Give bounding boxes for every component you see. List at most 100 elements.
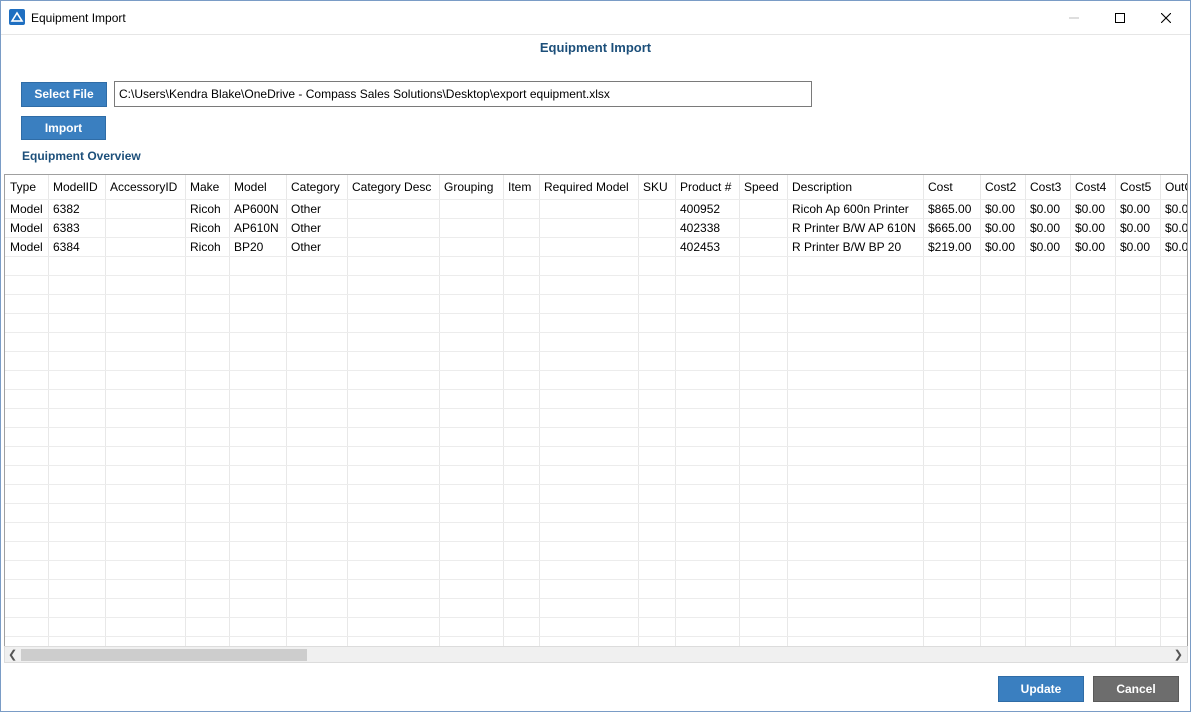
table-cell[interactable]: 402338 — [680, 221, 720, 235]
grid-column-divider — [638, 175, 639, 646]
column-header[interactable]: Cost2 — [985, 180, 1016, 194]
table-cell[interactable]: $219.00 — [928, 240, 971, 254]
column-header[interactable]: Item — [508, 180, 531, 194]
grid-row-line — [5, 389, 1187, 390]
title-bar: Equipment Import — [1, 1, 1190, 35]
grid-column-divider — [1070, 175, 1071, 646]
maximize-button[interactable] — [1097, 1, 1143, 34]
table-cell[interactable]: Ricoh Ap 600n Printer — [792, 202, 909, 216]
table-cell[interactable]: $0.00 — [1075, 221, 1105, 235]
table-cell[interactable]: $0.00 — [1030, 202, 1060, 216]
table-cell[interactable]: 400952 — [680, 202, 720, 216]
column-header[interactable]: Grouping — [444, 180, 493, 194]
column-header[interactable]: OutC — [1165, 180, 1187, 194]
column-header[interactable]: Cost4 — [1075, 180, 1106, 194]
grid-row-line — [5, 427, 1187, 428]
grid-column-divider — [439, 175, 440, 646]
table-cell[interactable]: $0.00 — [1120, 240, 1150, 254]
grid-column-divider — [923, 175, 924, 646]
table-cell[interactable]: $665.00 — [928, 221, 971, 235]
table-cell[interactable]: $0.00 — [985, 240, 1015, 254]
grid-column-divider — [1025, 175, 1026, 646]
file-path-field[interactable]: C:\Users\Kendra Blake\OneDrive - Compass… — [114, 81, 812, 107]
column-header[interactable]: Speed — [744, 180, 779, 194]
column-header[interactable]: Type — [10, 180, 36, 194]
column-header[interactable]: Required Model — [544, 180, 629, 194]
equipment-import-window: Equipment Import Equipment Import Select… — [0, 0, 1191, 712]
grid-row-line — [5, 313, 1187, 314]
grid-row-line — [5, 218, 1187, 219]
table-cell[interactable]: Model — [10, 240, 43, 254]
column-header[interactable]: Make — [190, 180, 219, 194]
grid-row-line — [5, 275, 1187, 276]
column-header[interactable]: Cost3 — [1030, 180, 1061, 194]
grid-column-divider — [347, 175, 348, 646]
grid-row-line — [5, 484, 1187, 485]
column-header[interactable]: Cost5 — [1120, 180, 1151, 194]
table-cell[interactable]: R Printer B/W AP 610N — [792, 221, 916, 235]
column-header[interactable]: Model — [234, 180, 267, 194]
table-cell[interactable]: Model — [10, 221, 43, 235]
table-cell[interactable]: $0.00 — [1030, 221, 1060, 235]
column-header[interactable]: Description — [792, 180, 852, 194]
table-cell[interactable]: 6384 — [53, 240, 80, 254]
table-cell[interactable]: $0.00 — [1075, 202, 1105, 216]
table-cell[interactable]: Ricoh — [190, 221, 221, 235]
close-button[interactable] — [1143, 1, 1189, 34]
table-cell[interactable]: Ricoh — [190, 240, 221, 254]
table-cell[interactable]: $0.0 — [1165, 240, 1187, 254]
column-header[interactable]: Category — [291, 180, 340, 194]
grid-row-line — [5, 370, 1187, 371]
grid-column-divider — [739, 175, 740, 646]
grid-row-line — [5, 636, 1187, 637]
table-cell[interactable]: $0.0 — [1165, 202, 1187, 216]
table-cell[interactable]: AP600N — [234, 202, 279, 216]
grid-column-divider — [48, 175, 49, 646]
column-header[interactable]: Category Desc — [352, 180, 431, 194]
table-cell[interactable]: $865.00 — [928, 202, 971, 216]
table-cell[interactable]: 6383 — [53, 221, 80, 235]
table-cell[interactable]: Other — [291, 202, 321, 216]
column-header[interactable]: SKU — [643, 180, 668, 194]
scroll-right-icon[interactable]: ❯ — [1174, 648, 1183, 661]
table-cell[interactable]: Other — [291, 240, 321, 254]
table-cell[interactable]: $0.0 — [1165, 221, 1187, 235]
grid-column-divider — [1115, 175, 1116, 646]
table-cell[interactable]: Model — [10, 202, 43, 216]
table-cell[interactable]: $0.00 — [985, 221, 1015, 235]
grid-row-line — [5, 446, 1187, 447]
column-header[interactable]: ModelID — [53, 180, 98, 194]
horizontal-scrollbar[interactable]: ❮ ❯ — [4, 646, 1188, 663]
grid-row-line — [5, 332, 1187, 333]
table-cell[interactable]: $0.00 — [1120, 221, 1150, 235]
table-cell[interactable]: BP20 — [234, 240, 263, 254]
table-cell[interactable]: 402453 — [680, 240, 720, 254]
table-cell[interactable]: $0.00 — [1120, 202, 1150, 216]
table-cell[interactable]: AP610N — [234, 221, 279, 235]
grid-row-line — [5, 256, 1187, 257]
table-cell[interactable]: Other — [291, 221, 321, 235]
grid-column-divider — [105, 175, 106, 646]
table-cell[interactable]: 6382 — [53, 202, 80, 216]
grid-column-divider — [503, 175, 504, 646]
cancel-button[interactable]: Cancel — [1093, 676, 1179, 702]
update-button[interactable]: Update — [998, 676, 1084, 702]
minimize-button[interactable] — [1051, 1, 1097, 34]
table-cell[interactable]: $0.00 — [1075, 240, 1105, 254]
column-header[interactable]: Cost — [928, 180, 953, 194]
import-button[interactable]: Import — [21, 116, 106, 140]
table-cell[interactable]: R Printer B/W BP 20 — [792, 240, 901, 254]
column-header[interactable]: Product # — [680, 180, 731, 194]
column-header[interactable]: AccessoryID — [110, 180, 177, 194]
grid-row-line — [5, 617, 1187, 618]
grid-column-divider — [185, 175, 186, 646]
scroll-left-icon[interactable]: ❮ — [8, 648, 17, 661]
table-cell[interactable]: $0.00 — [985, 202, 1015, 216]
grid-row-line — [5, 465, 1187, 466]
table-cell[interactable]: Ricoh — [190, 202, 221, 216]
grid-column-divider — [675, 175, 676, 646]
equipment-grid[interactable]: Type ModelID AccessoryID Make Model Category C… — [4, 174, 1188, 646]
table-cell[interactable]: $0.00 — [1030, 240, 1060, 254]
select-file-button[interactable]: Select File — [21, 82, 107, 107]
scrollbar-thumb[interactable] — [21, 649, 307, 661]
